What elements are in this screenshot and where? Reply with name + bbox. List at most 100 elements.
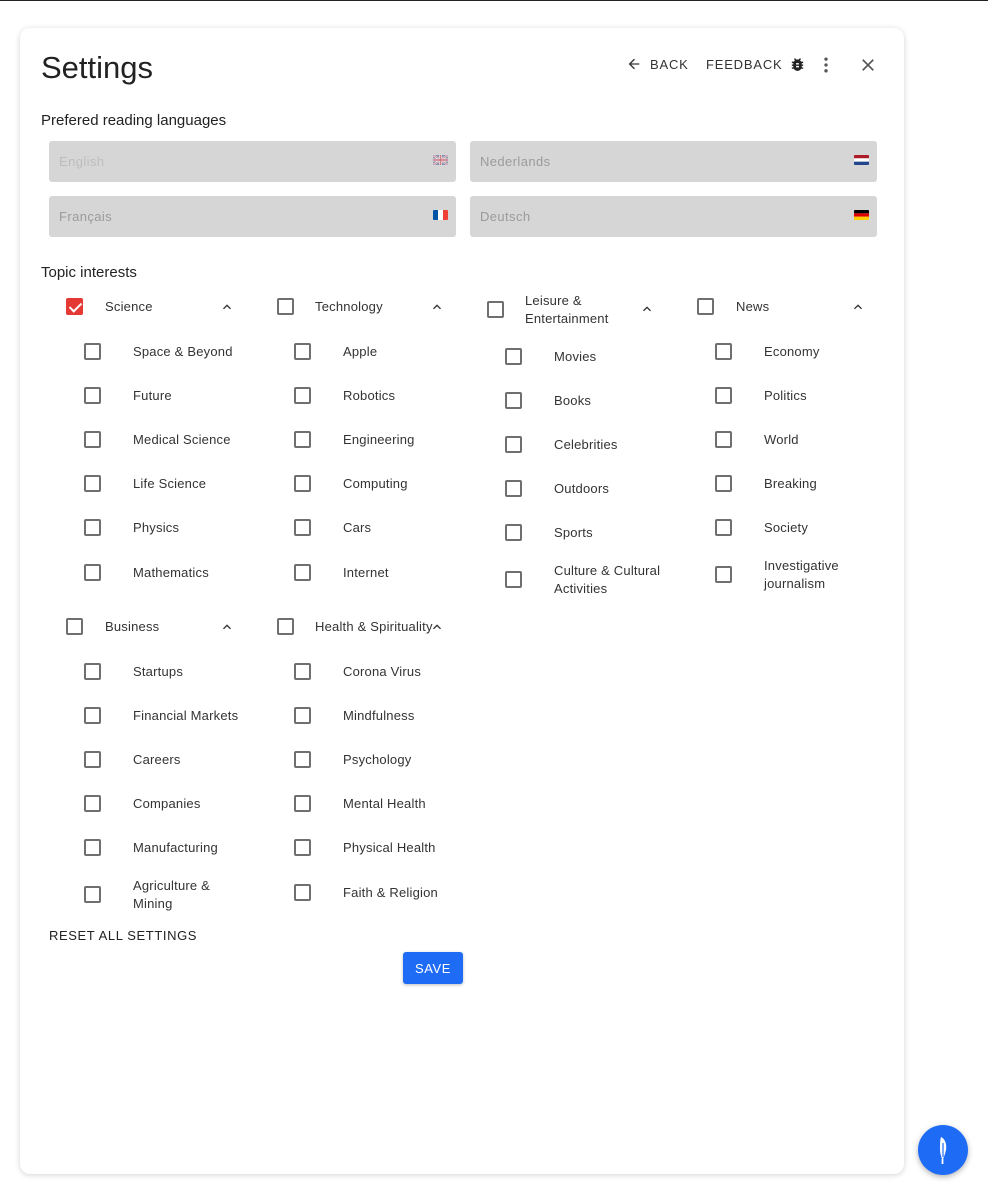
label-medical-science: Medical Science	[133, 432, 231, 447]
label-mindfulness: Mindfulness	[343, 708, 415, 723]
checkbox-internet[interactable]	[294, 564, 311, 581]
more-options-button[interactable]	[816, 55, 836, 80]
label-physics: Physics	[133, 520, 180, 535]
label-manufacturing: Manufacturing	[133, 840, 218, 855]
checkbox-movies[interactable]	[505, 348, 522, 365]
page-title: Settings	[41, 50, 154, 85]
label-economy: Economy	[764, 344, 820, 359]
close-icon	[862, 59, 874, 71]
back-button[interactable]: BACK	[626, 56, 689, 72]
back-label: BACK	[650, 56, 689, 72]
checkbox-outdoors[interactable]	[505, 480, 522, 497]
label-corona-virus: Corona Virus	[343, 664, 422, 679]
label-computing: Computing	[343, 476, 408, 491]
checkbox-world[interactable]	[715, 431, 732, 448]
group-label-technology: Technology	[315, 299, 383, 314]
label-life-science: Life Science	[133, 476, 207, 491]
checkbox-life-science[interactable]	[84, 475, 101, 492]
label-culture: Culture & Cultural Activities	[554, 563, 661, 596]
label-cars: Cars	[343, 520, 372, 535]
checkbox-engineering[interactable]	[294, 431, 311, 448]
label-space-beyond: Space & Beyond	[133, 344, 233, 359]
checkbox-society[interactable]	[715, 519, 732, 536]
label-politics: Politics	[764, 388, 807, 403]
language-field-dutch[interactable]	[470, 141, 877, 182]
checkbox-politics[interactable]	[715, 387, 732, 404]
checkbox-culture[interactable]	[505, 571, 522, 588]
top-border	[0, 0, 988, 1]
label-outdoors: Outdoors	[554, 481, 610, 496]
label-mental-health: Mental Health	[343, 796, 426, 811]
settings-panel: Settings BACK FEEDBACK Prefered reading …	[20, 28, 904, 1174]
chevron-up-icon[interactable]	[429, 299, 445, 315]
checkbox-books[interactable]	[505, 392, 522, 409]
checkbox-sports[interactable]	[505, 524, 522, 541]
checkbox-mindfulness[interactable]	[294, 707, 311, 724]
chevron-up-icon[interactable]	[219, 299, 235, 315]
language-field-german[interactable]	[470, 196, 877, 237]
checkbox-robotics[interactable]	[294, 387, 311, 404]
chevron-up-icon[interactable]	[639, 301, 655, 317]
bug-icon	[792, 58, 804, 71]
feedback-label: FEEDBACK	[706, 57, 783, 72]
checkbox-celebrities[interactable]	[505, 436, 522, 453]
checkbox-future[interactable]	[84, 387, 101, 404]
label-celebrities: Celebrities	[554, 437, 618, 452]
checkbox-investigative-journalism[interactable]	[715, 566, 732, 583]
label-internet: Internet	[343, 565, 389, 580]
close-button[interactable]	[858, 55, 878, 80]
group-label-business: Business	[105, 619, 160, 634]
checkbox-physics[interactable]	[84, 519, 101, 536]
checkbox-manufacturing[interactable]	[84, 839, 101, 856]
english-input[interactable]	[49, 141, 456, 182]
label-movies: Movies	[554, 349, 597, 364]
feather-fab-button[interactable]	[918, 1125, 968, 1175]
language-field-french[interactable]	[49, 196, 456, 237]
checkbox-apple[interactable]	[294, 343, 311, 360]
netherlands-flag-icon	[854, 155, 869, 165]
checkbox-careers[interactable]	[84, 751, 101, 768]
label-books: Books	[554, 393, 592, 408]
group-checkbox-science[interactable]	[66, 298, 83, 315]
dutch-input[interactable]	[470, 141, 877, 182]
label-apple: Apple	[343, 344, 378, 359]
checkbox-financial-markets[interactable]	[84, 707, 101, 724]
chevron-up-icon[interactable]	[219, 619, 235, 635]
checkbox-computing[interactable]	[294, 475, 311, 492]
germany-flag-icon	[854, 210, 869, 220]
group-checkbox-news[interactable]	[697, 298, 714, 315]
checkbox-faith-religion[interactable]	[294, 884, 311, 901]
group-label-news: News	[736, 299, 770, 314]
label-investigative-journalism: Investigative journalism	[764, 558, 839, 591]
checkbox-breaking[interactable]	[715, 475, 732, 492]
checkbox-mental-health[interactable]	[294, 795, 311, 812]
label-engineering: Engineering	[343, 432, 415, 447]
group-checkbox-business[interactable]	[66, 618, 83, 635]
group-checkbox-technology[interactable]	[277, 298, 294, 315]
checkbox-psychology[interactable]	[294, 751, 311, 768]
feedback-button[interactable]: FEEDBACK	[706, 56, 806, 73]
checkbox-mathematics[interactable]	[84, 564, 101, 581]
language-field-english[interactable]	[49, 141, 456, 182]
checkbox-cars[interactable]	[294, 519, 311, 536]
label-startups: Startups	[133, 664, 184, 679]
quill-icon	[940, 1137, 947, 1164]
chevron-up-icon[interactable]	[850, 299, 866, 315]
group-checkbox-leisure[interactable]	[487, 301, 504, 318]
checkbox-medical-science[interactable]	[84, 431, 101, 448]
french-input[interactable]	[49, 196, 456, 237]
checkbox-agriculture-mining[interactable]	[84, 886, 101, 903]
german-input[interactable]	[470, 196, 877, 237]
label-future: Future	[133, 388, 172, 403]
checkbox-economy[interactable]	[715, 343, 732, 360]
checkbox-physical-health[interactable]	[294, 839, 311, 856]
checkbox-startups[interactable]	[84, 663, 101, 680]
group-checkbox-health[interactable]	[277, 618, 294, 635]
label-mathematics: Mathematics	[133, 565, 209, 580]
checkbox-space-beyond[interactable]	[84, 343, 101, 360]
reset-all-settings-button[interactable]: RESET ALL SETTINGS	[49, 928, 197, 943]
save-button[interactable]: SAVE	[403, 952, 463, 984]
checkbox-companies[interactable]	[84, 795, 101, 812]
checkbox-corona-virus[interactable]	[294, 663, 311, 680]
chevron-up-icon[interactable]	[429, 619, 445, 635]
